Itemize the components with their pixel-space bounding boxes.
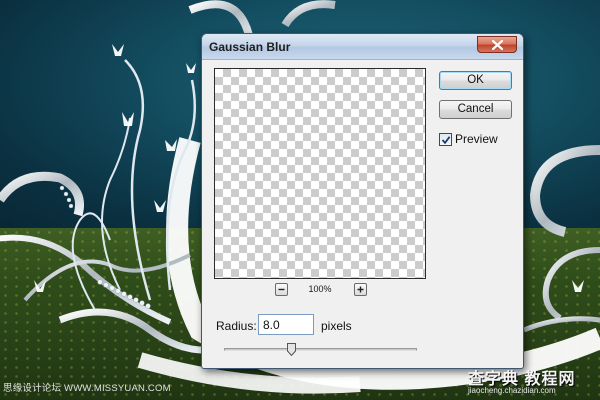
- preview-checkbox-box[interactable]: [439, 133, 452, 146]
- gaussian-blur-dialog: Gaussian Blur 100% OK Cancel Preview Rad…: [201, 33, 524, 369]
- checkmark-icon: [441, 136, 451, 145]
- zoom-level: 100%: [308, 284, 332, 294]
- minus-icon: [278, 288, 285, 291]
- plus-icon: [357, 286, 364, 293]
- close-icon: [492, 40, 503, 50]
- watermark-url: jiaocheng.chazidian.com: [468, 386, 556, 395]
- radius-input[interactable]: [258, 314, 314, 335]
- zoom-controls: 100%: [214, 283, 426, 299]
- zoom-in-button[interactable]: [354, 283, 367, 296]
- dialog-titlebar[interactable]: Gaussian Blur: [202, 34, 523, 60]
- blur-preview-canvas[interactable]: [214, 68, 426, 279]
- radius-label: Radius:: [216, 319, 257, 333]
- dialog-title: Gaussian Blur: [209, 40, 291, 54]
- watermark-right: 查字典 教程网 jiaocheng.chazidian.com: [468, 365, 596, 397]
- close-button[interactable]: [477, 36, 517, 53]
- radius-unit-label: pixels: [321, 319, 352, 333]
- zoom-out-button[interactable]: [275, 283, 288, 296]
- cancel-button[interactable]: Cancel: [439, 100, 512, 119]
- ok-button[interactable]: OK: [439, 71, 512, 90]
- preview-label: Preview: [455, 132, 498, 146]
- radius-slider-track[interactable]: [224, 348, 417, 351]
- preview-checkbox[interactable]: Preview: [439, 132, 519, 148]
- watermark-left: 思缘设计论坛 WWW.MISSYUAN.COM: [3, 383, 171, 394]
- radius-slider-thumb[interactable]: [287, 343, 297, 356]
